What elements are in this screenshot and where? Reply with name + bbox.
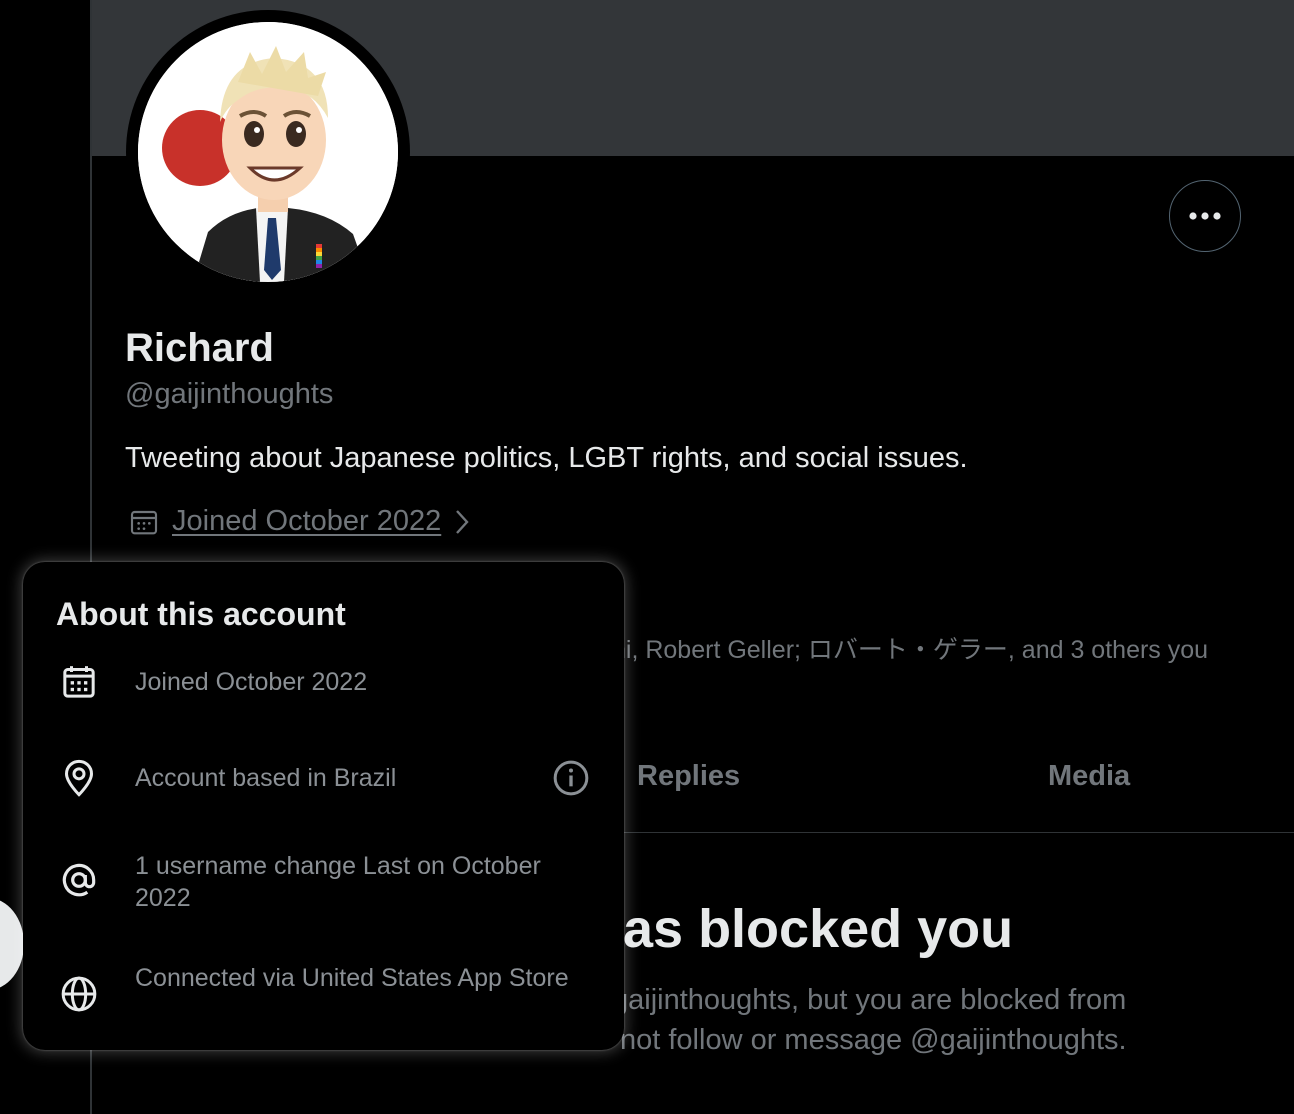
at-sign-icon bbox=[57, 858, 101, 902]
chevron-right-icon bbox=[456, 509, 469, 534]
globe-icon bbox=[57, 972, 101, 1016]
tab-media[interactable]: Media bbox=[1048, 760, 1130, 793]
popover-username-text: 1 username change Last on October 2022 bbox=[135, 852, 541, 912]
display-name: Richard bbox=[125, 326, 274, 370]
joined-date-link[interactable]: Joined October 2022 bbox=[172, 505, 441, 538]
more-options-button[interactable] bbox=[1169, 180, 1241, 252]
calendar-icon bbox=[57, 660, 101, 704]
popover-connected-text: Connected via United States App Store bbox=[135, 964, 569, 992]
profile-bio: Tweeting about Japanese politics, LGBT r… bbox=[125, 442, 968, 474]
tab-replies[interactable]: Replies bbox=[637, 760, 740, 793]
popover-location-text: Account based in Brazil bbox=[135, 764, 397, 792]
profile-avatar[interactable] bbox=[126, 10, 410, 294]
profile-handle: @gaijinthoughts bbox=[125, 378, 334, 410]
popover-joined-text: Joined October 2022 bbox=[135, 668, 368, 696]
location-pin-icon bbox=[57, 756, 101, 800]
joined-date-row[interactable]: Joined October 2022 bbox=[128, 505, 473, 538]
blocked-message: gaijinthoughts, but you are blocked from… bbox=[612, 980, 1127, 1060]
followed-by-text[interactable]: ni, Robert Geller; ロバート・ゲラー, and 3 other… bbox=[612, 630, 1208, 666]
blocked-message-line-1: gaijinthoughts, but you are blocked from bbox=[612, 984, 1127, 1016]
more-options-icon bbox=[1189, 212, 1221, 220]
popover-title: About this account bbox=[56, 596, 346, 632]
about-account-popover: About this account Joined October 2022 A… bbox=[23, 562, 624, 1050]
blocked-title: as blocked you bbox=[623, 899, 1014, 959]
blocked-message-line-2: not follow or message @gaijinthoughts. bbox=[620, 1024, 1127, 1056]
info-icon[interactable] bbox=[551, 758, 591, 798]
calendar-icon bbox=[130, 510, 158, 534]
avatar-illustration bbox=[138, 22, 398, 282]
